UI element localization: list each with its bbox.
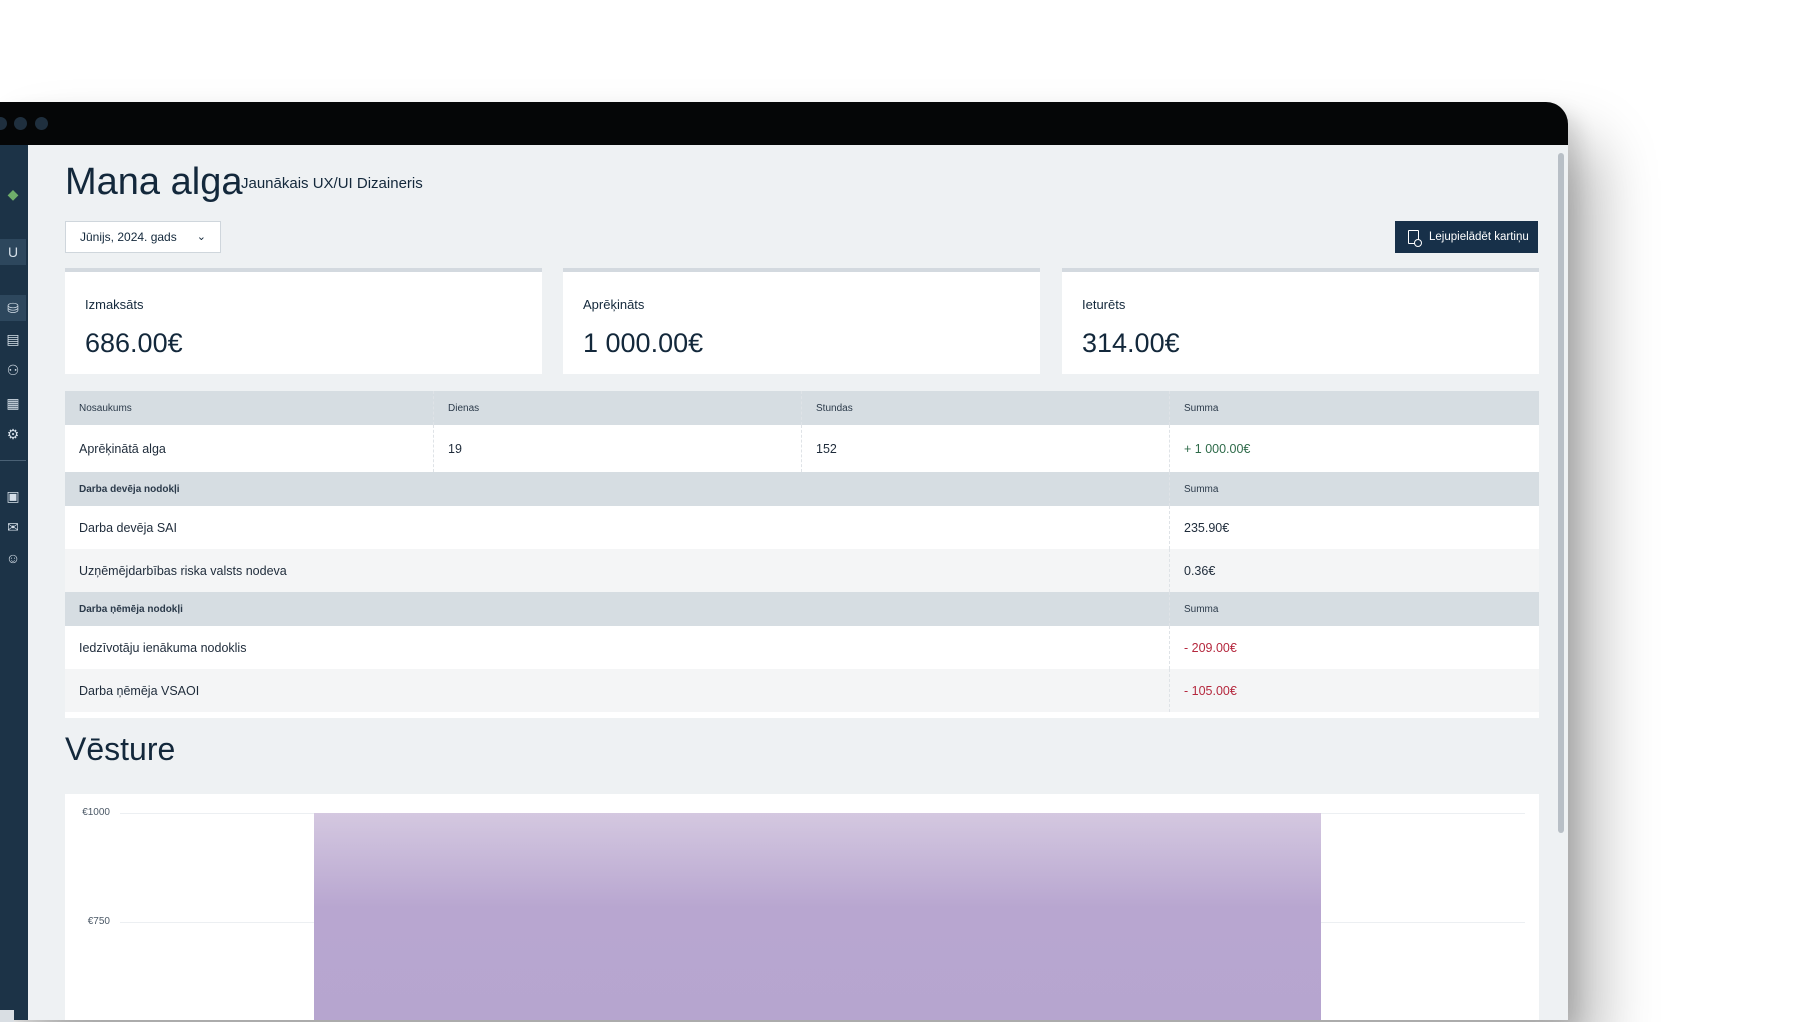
col-header-hours: Stundas [801,391,1169,425]
row-sum: - 105.00€ [1169,669,1539,712]
user-initial-icon[interactable]: U [0,239,26,265]
salary-nav-icon[interactable]: ⛁ [0,295,26,321]
files-nav-icon[interactable]: ▣ [0,483,26,509]
window-minimize-dot[interactable] [14,117,27,130]
y-tick-label: €750 [87,916,110,928]
row-days: 19 [433,425,801,472]
chart-bar[interactable] [314,813,1321,1020]
avatar[interactable] [0,1010,14,1022]
table-row: Darba ņēmēja VSAOI - 105.00€ [65,669,1539,712]
logo-icon: ◆ [7,186,19,202]
history-chart: €1000 €750 [65,794,1539,1020]
row-name: Darba ņēmēja VSAOI [79,683,200,698]
documents-nav-icon[interactable]: ▤ [0,326,26,352]
col-header-name: Nosaukums [79,402,132,414]
table-row: Uzņēmējdarbības riska valsts nodeva 0.36… [65,549,1539,592]
row-sum: 0.36€ [1169,549,1539,592]
page-subtitle: Jaunākais UX/UI Dizaineris [241,175,423,192]
sidebar: ◆ U ⛁ ▤ ⚇ ▦ ⚙ ▣ ✉ ☺ [0,145,28,1020]
summary-card-paid: Izmaksāts 686.00€ [65,268,542,374]
table-header-row: Nosaukums Dienas Stundas Summa [65,391,1539,425]
row-name: Darba devēja SAI [79,520,177,535]
window-maximize-dot[interactable] [35,117,48,130]
sidebar-divider [0,460,26,461]
download-card-button[interactable]: Lejupielādēt kartiņu [1395,221,1538,253]
table-row: Aprēķinātā alga 19 152 + 1 000.00€ [65,425,1539,472]
vertical-scrollbar[interactable] [1558,153,1564,833]
card-value: 1 000.00€ [583,328,704,358]
page-title: Mana alga [65,161,243,203]
salary-table: Nosaukums Dienas Stundas Summa Aprēķināt… [65,391,1539,718]
section-sum-header: Summa [1169,592,1539,626]
calendar-nav-icon[interactable]: ▦ [0,390,26,416]
month-select-value: Jūnijs, 2024. gads [80,230,177,244]
download-button-label: Lejupielādēt kartiņu [1429,231,1529,243]
window-titlebar [0,102,1568,145]
employer-section-header: Darba devēja nodokļi Summa [65,472,1539,506]
card-label: Izmaksāts [85,297,144,312]
row-sum: + 1 000.00€ [1169,425,1539,472]
row-sum: - 209.00€ [1169,626,1539,669]
summary-card-calculated: Aprēķināts 1 000.00€ [563,268,1040,374]
app-window: ◆ U ⛁ ▤ ⚇ ▦ ⚙ ▣ ✉ ☺ Mana alga Jaunākais … [0,102,1568,1020]
table-row: Iedzīvotāju ienākuma nodoklis - 209.00€ [65,626,1539,669]
summary-card-withheld: Ieturēts 314.00€ [1062,268,1539,374]
row-name: Aprēķinātā alga [79,441,166,456]
card-value: 686.00€ [85,328,183,358]
card-label: Aprēķināts [583,297,645,312]
section-title: Darba devēja nodokļi [79,483,180,495]
month-select[interactable]: Jūnijs, 2024. gads ⌄ [65,221,221,253]
card-value: 314.00€ [1082,328,1180,358]
y-tick-label: €1000 [82,807,110,818]
chevron-down-icon: ⌄ [196,231,206,243]
section-sum-header: Summa [1169,472,1539,506]
col-header-days: Dienas [433,391,801,425]
section-title: Darba ņēmēja nodokļi [79,603,183,615]
card-label: Ieturēts [1082,297,1126,312]
history-title: Vēsture [65,731,176,767]
document-download-icon [1408,230,1422,247]
settings-nav-icon[interactable]: ⚙ [0,421,26,447]
table-row: Darba devēja SAI 235.90€ [65,506,1539,549]
main-content: Mana alga Jaunākais UX/UI Dizaineris Jūn… [28,145,1568,1020]
row-name: Iedzīvotāju ienākuma nodoklis [79,640,247,655]
row-sum: 235.90€ [1169,506,1539,549]
col-header-sum: Summa [1169,391,1539,425]
row-hours: 152 [801,425,1169,472]
mail-nav-icon[interactable]: ✉ [0,514,26,540]
employee-section-header: Darba ņēmēja nodokļi Summa [65,592,1539,626]
team-nav-icon[interactable]: ⚇ [0,357,26,383]
window-close-dot[interactable] [0,117,7,130]
profile-nav-icon[interactable]: ☺ [0,545,26,571]
row-name: Uzņēmējdarbības riska valsts nodeva [79,563,287,578]
